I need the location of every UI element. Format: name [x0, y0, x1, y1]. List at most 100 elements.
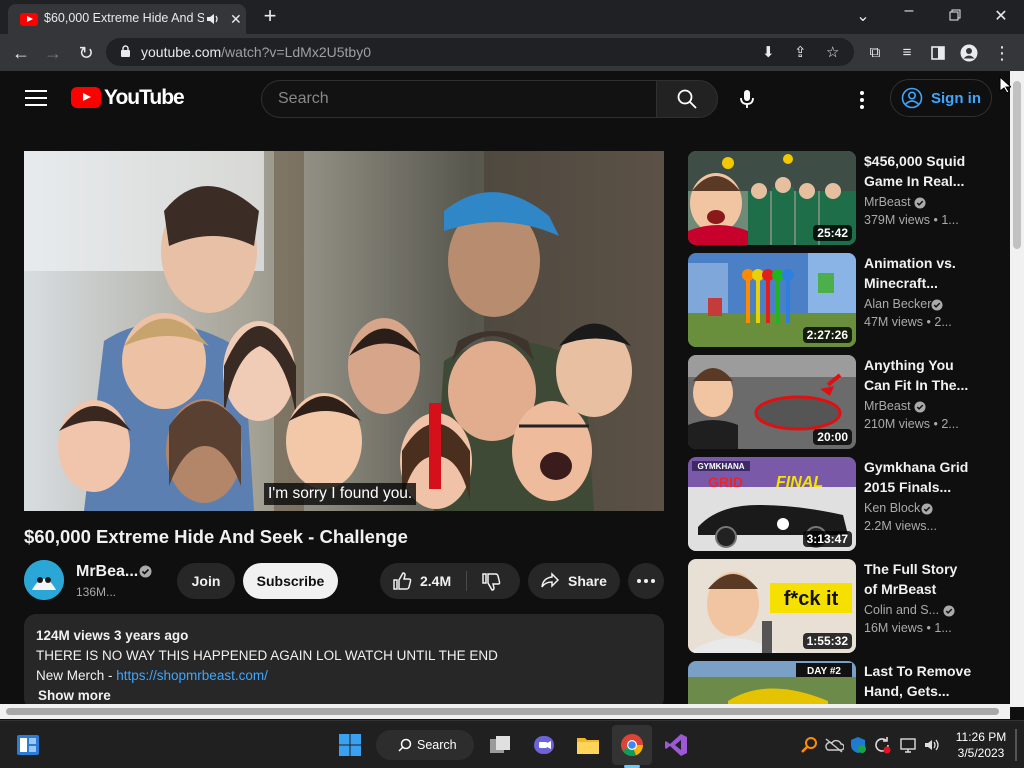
bookmark-star-icon[interactable]: ☆	[826, 43, 839, 61]
video-thumbnail[interactable]: GYMKHANA GRID FINAL 3:13:47	[688, 457, 856, 551]
windows-taskbar: Search 11:26 PM 3/5/2023	[0, 720, 1024, 768]
profile-icon[interactable]	[958, 42, 980, 64]
windows-start-icon[interactable]	[338, 733, 362, 757]
dislike-button[interactable]	[468, 563, 520, 599]
video-duration: 20:00	[813, 429, 852, 445]
share-button[interactable]: Share	[528, 563, 620, 599]
window-close-icon[interactable]: ✕	[989, 6, 1013, 26]
new-tab-icon[interactable]: +	[260, 4, 280, 28]
recommended-video-title[interactable]: $456,000 Squid Game In Real...	[864, 151, 974, 191]
recommended-channel[interactable]: Colin and S...	[864, 603, 939, 617]
recommended-video[interactable]: GYMKHANA GRID FINAL 3:13:47 Gymkhana Gri…	[688, 457, 988, 552]
video-thumbnail[interactable]: DAY #2	[688, 661, 856, 704]
recommended-video[interactable]: DAY #2 Last To Remove Hand, Gets...	[688, 661, 988, 704]
video-player[interactable]	[24, 151, 664, 511]
recommended-meta: 210M views • 2...	[864, 417, 959, 431]
extensions-puzzle-icon[interactable]: ⧉	[864, 42, 886, 64]
back-arrow-icon[interactable]: ←	[10, 42, 32, 64]
tab-close-icon[interactable]: ✕	[230, 11, 242, 28]
verified-badge-icon	[914, 401, 926, 413]
vertical-scrollbar[interactable]	[1010, 71, 1024, 707]
taskbar-search-button[interactable]: Search	[376, 730, 474, 760]
merch-link[interactable]: https://shopmrbeast.com/	[116, 668, 268, 683]
scrollbar-thumb[interactable]	[1013, 81, 1021, 249]
channel-name[interactable]: MrBea...	[76, 563, 138, 581]
network-icon[interactable]	[896, 733, 920, 757]
recommended-channel[interactable]: MrBeast	[864, 195, 911, 209]
horizontal-scrollbar[interactable]	[0, 704, 1010, 719]
recommended-video-title[interactable]: Animation vs. Minecraft...	[864, 253, 974, 293]
share-page-icon[interactable]: ⇪	[794, 43, 807, 61]
browser-tab-active[interactable]: $60,000 Extreme Hide And Seek - Challeng…	[8, 4, 246, 34]
chrome-icon[interactable]	[620, 733, 644, 757]
recommended-video-title[interactable]: The Full Story of MrBeast	[864, 559, 974, 599]
search-input[interactable]	[278, 89, 638, 109]
tab-search-icon[interactable]: ⌄	[851, 6, 875, 26]
lock-icon[interactable]	[120, 45, 131, 58]
search-tray-icon[interactable]	[798, 733, 822, 757]
recommended-channel[interactable]: Alan Becker	[864, 297, 931, 311]
search-button[interactable]	[656, 80, 718, 118]
volume-icon[interactable]	[920, 733, 944, 757]
show-more-button[interactable]: Show more	[38, 688, 111, 703]
join-button[interactable]: Join	[177, 563, 235, 599]
video-thumbnail[interactable]: 25:42	[688, 151, 856, 245]
recommended-channel[interactable]: MrBeast	[864, 399, 911, 413]
visual-studio-icon[interactable]	[664, 733, 688, 757]
restore-icon[interactable]	[943, 6, 967, 24]
youtube-logo-icon[interactable]	[71, 87, 101, 108]
video-thumbnail[interactable]: 2:27:26	[688, 253, 856, 347]
forward-arrow-icon[interactable]: →	[42, 42, 64, 64]
video-title: $60,000 Extreme Hide And Seek - Challeng…	[24, 526, 408, 547]
reload-icon[interactable]: ↻	[75, 42, 97, 64]
recommended-video[interactable]: 2:27:26 Animation vs. Minecraft... Alan …	[688, 253, 988, 348]
recommended-meta: 16M views • 1...	[864, 621, 952, 635]
install-app-icon[interactable]: ⬇	[762, 43, 775, 61]
recommended-video[interactable]: f*ck it 1:55:32 The Full Story of MrBeas…	[688, 559, 988, 654]
update-sync-icon[interactable]	[870, 733, 894, 757]
channel-avatar[interactable]	[24, 560, 64, 600]
settings-more-icon[interactable]	[850, 88, 874, 112]
tab-title: $60,000 Extreme Hide And Seek - Challeng…	[44, 11, 204, 25]
recommended-video[interactable]: 25:42 $456,000 Squid Game In Real... MrB…	[688, 151, 988, 246]
teams-chat-icon[interactable]	[532, 733, 556, 757]
recommended-channel[interactable]: Ken Block	[864, 501, 920, 515]
youtube-logo-text[interactable]: YouTube	[104, 86, 185, 110]
thumb-gymkhana-text: GYMKHANA	[697, 462, 744, 471]
task-view-icon[interactable]	[488, 733, 512, 757]
video-description[interactable]: 124M views 3 years ago THERE IS NO WAY T…	[24, 614, 664, 710]
side-panel-icon[interactable]	[927, 42, 949, 64]
file-explorer-icon[interactable]	[576, 733, 600, 757]
chrome-menu-icon[interactable]: ⋮	[991, 42, 1013, 64]
onedrive-cloud-icon[interactable]	[822, 733, 846, 757]
clock-time: 11:26 PM	[955, 730, 1007, 744]
system-clock[interactable]: 11:26 PM 3/5/2023	[950, 729, 1012, 761]
security-shield-icon[interactable]	[846, 733, 870, 757]
url-text[interactable]: youtube.com/watch?v=LdMx2U5tby0	[141, 44, 371, 60]
video-thumbnail[interactable]: f*ck it 1:55:32	[688, 559, 856, 653]
recommended-video-title[interactable]: Last To Remove Hand, Gets...	[864, 661, 974, 701]
video-thumbnail[interactable]: 20:00	[688, 355, 856, 449]
video-duration: 25:42	[813, 225, 852, 241]
share-label: Share	[568, 573, 607, 589]
more-actions-icon[interactable]	[628, 563, 664, 599]
media-control-icon[interactable]: ≡	[896, 42, 918, 64]
minimize-icon[interactable]: –	[897, 2, 921, 20]
widgets-icon[interactable]	[16, 733, 40, 757]
scrollbar-thumb[interactable]	[6, 708, 999, 715]
subscribe-button[interactable]: Subscribe	[243, 563, 338, 599]
show-desktop-button[interactable]	[1015, 729, 1017, 761]
video-duration: 3:13:47	[802, 531, 852, 547]
description-line: THERE IS NO WAY THIS HAPPENED AGAIN LOL …	[36, 648, 498, 663]
like-button[interactable]: 2.4M	[380, 563, 466, 599]
tab-audio-icon[interactable]	[206, 12, 220, 26]
hamburger-menu-icon[interactable]	[25, 90, 47, 108]
voice-search-mic-icon[interactable]	[728, 80, 766, 118]
share-arrow-icon	[541, 572, 560, 588]
address-bar[interactable]: youtube.com/watch?v=LdMx2U5tby0 ⬇ ⇪ ☆	[106, 38, 854, 66]
recommended-video-title[interactable]: Anything You Can Fit In The...	[864, 355, 974, 395]
sign-in-button[interactable]: Sign in	[890, 79, 992, 117]
recommended-video-title[interactable]: Gymkhana Grid 2015 Finals...	[864, 457, 974, 497]
recommended-video[interactable]: 20:00 Anything You Can Fit In The... MrB…	[688, 355, 988, 450]
search-field[interactable]	[261, 80, 656, 118]
